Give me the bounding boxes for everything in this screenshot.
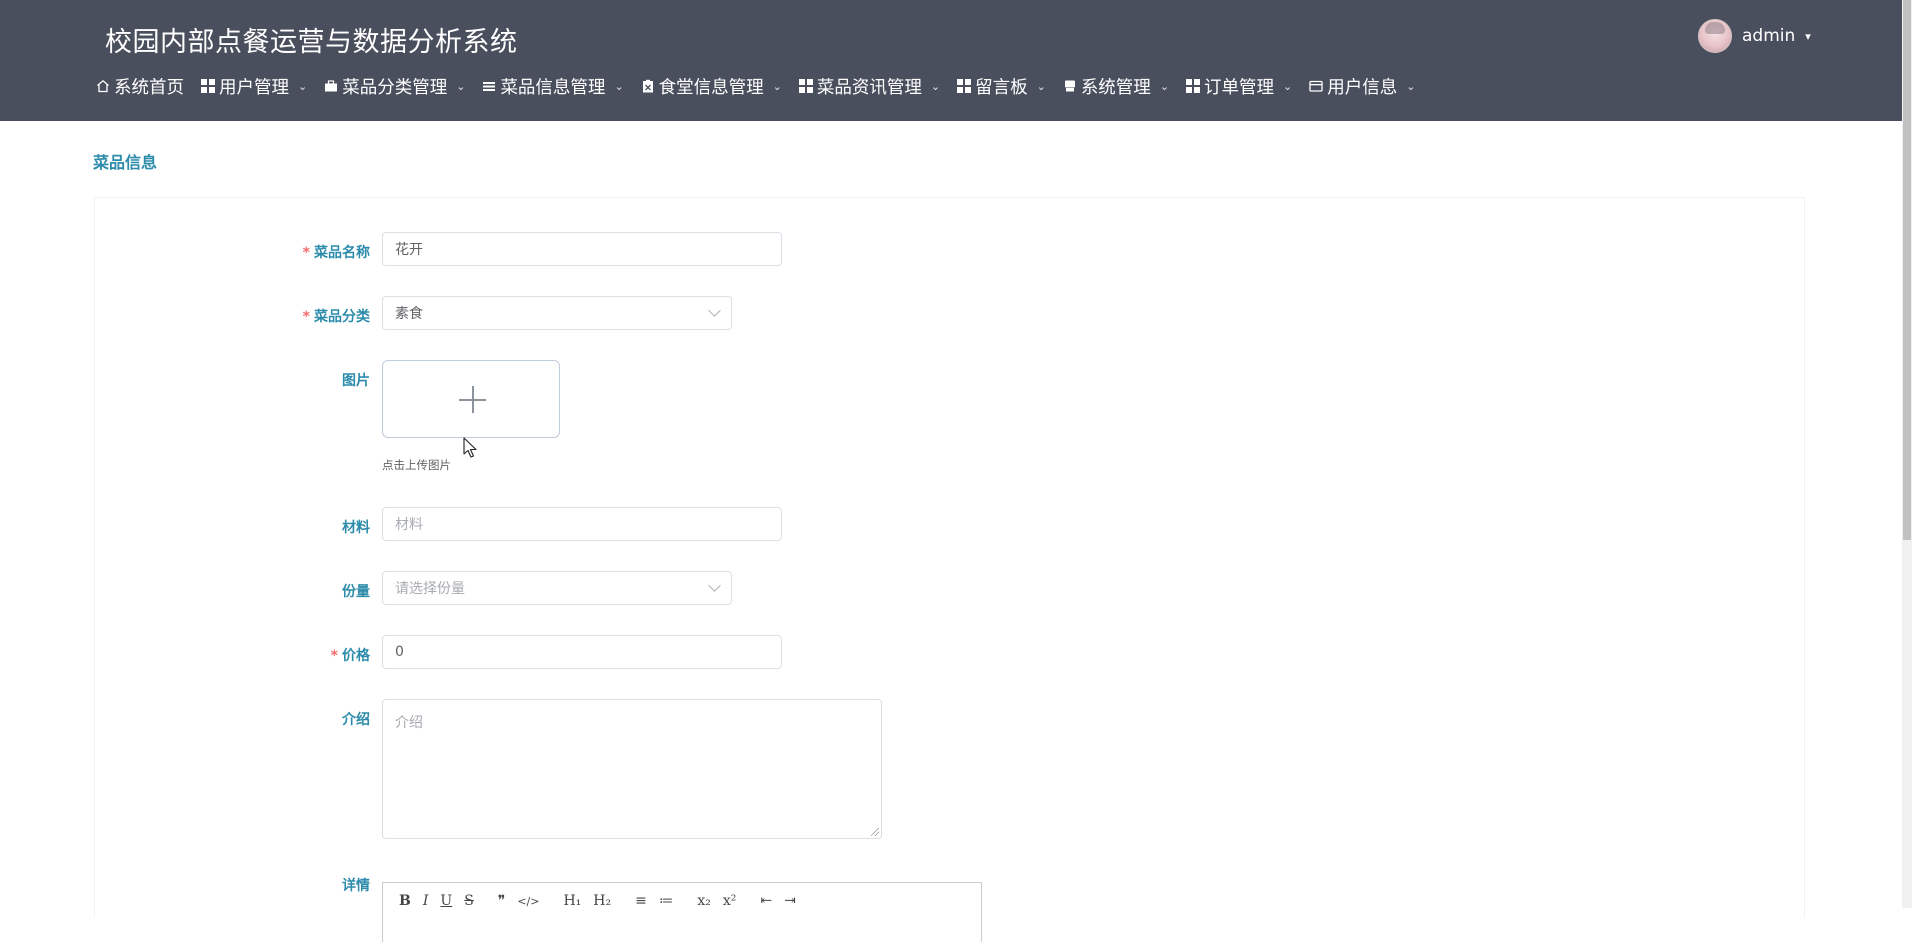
chevron-down-icon: ⌄ <box>456 79 466 93</box>
material-placeholder: 材料 <box>395 517 423 533</box>
price-value: 0 <box>395 644 404 660</box>
portion-label: 份量 <box>342 584 370 600</box>
chevron-down-icon: ⌄ <box>930 79 941 93</box>
image-label: 图片 <box>342 373 370 389</box>
nav-item-orders[interactable]: 订单管理 ⌄ <box>1186 74 1292 99</box>
ordered-list-button[interactable]: ≡ <box>635 893 647 909</box>
nav-item-dish-info[interactable]: 菜品信息管理 ⌄ <box>482 74 624 99</box>
header2-button[interactable]: H₂ <box>593 893 611 909</box>
grid-icon <box>957 79 972 93</box>
chevron-down-icon: ⌄ <box>614 79 624 93</box>
avatar[interactable] <box>1698 19 1732 53</box>
nav-item-dish-category[interactable]: 菜品分类管理 ⌄ <box>324 74 465 99</box>
nav-label: 菜品分类管理 <box>342 77 448 98</box>
portion-select[interactable]: 请选择份量 <box>382 571 732 605</box>
dish-name-label: * 菜品名称 <box>250 242 370 262</box>
required-mark: * <box>302 309 310 325</box>
required-mark: * <box>330 648 338 664</box>
dish-category-value: 素食 <box>395 306 423 322</box>
briefcase-icon <box>324 79 338 93</box>
chevron-down-icon <box>708 304 721 317</box>
chevron-down-icon: ⌄ <box>772 79 782 93</box>
nav-label: 菜品资讯管理 <box>816 77 922 98</box>
superscript-button[interactable]: x² <box>723 893 737 909</box>
intro-placeholder: 介绍 <box>395 715 423 731</box>
dish-category-select[interactable]: 素食 <box>382 296 732 330</box>
main-nav: 系统首页 用户管理 ⌄ 菜品分类管理 ⌄ 菜品信息管理 ⌄ 食堂信息管理 ⌄ 菜… <box>96 72 1432 100</box>
nav-label: 菜品信息管理 <box>500 77 606 98</box>
header1-button[interactable]: H₁ <box>563 893 581 909</box>
nav-item-message-board[interactable]: 留言板 ⌄ <box>957 74 1046 99</box>
top-header: 校园内部点餐运营与数据分析系统 admin ▾ 系统首页 用户管理 ⌄ 菜品分类… <box>0 0 1902 121</box>
grid-icon <box>798 79 813 93</box>
detail-rich-editor[interactable]: B I U S ❞ </> H₁ H₂ ≡ ≔ x₂ x² ⇤ ⇥ <box>382 882 982 942</box>
page-title: 菜品信息 <box>93 153 158 172</box>
label-text: 价格 <box>342 648 370 664</box>
dish-name-value: 花开 <box>395 242 423 258</box>
label-text: 菜品名称 <box>314 245 370 261</box>
nav-label: 系统首页 <box>114 77 184 98</box>
nav-item-canteen[interactable]: 食堂信息管理 ⌄ <box>641 74 782 99</box>
caret-down-icon[interactable]: ▾ <box>1805 30 1811 43</box>
user-menu[interactable]: admin ▾ <box>1698 19 1811 53</box>
nav-label: 订单管理 <box>1204 77 1275 98</box>
intro-textarea[interactable]: 介绍 <box>382 699 882 839</box>
required-mark: * <box>302 245 310 261</box>
editor-toolbar: B I U S ❞ </> H₁ H₂ ≡ ≔ x₂ x² ⇤ ⇥ <box>399 893 808 909</box>
detail-label: 详情 <box>342 878 370 894</box>
scrollbar-thumb[interactable] <box>1903 0 1911 540</box>
nav-item-dish-news[interactable]: 菜品资讯管理 ⌄ <box>798 74 941 99</box>
underline-button[interactable]: U <box>440 893 452 909</box>
card-icon <box>1309 79 1323 93</box>
bold-button[interactable]: B <box>399 893 411 909</box>
blockquote-button[interactable]: ❞ <box>498 893 506 909</box>
material-label: 材料 <box>342 520 370 536</box>
nav-label: 用户信息 <box>1327 77 1398 98</box>
app-title: 校园内部点餐运营与数据分析系统 <box>105 27 518 58</box>
chevron-down-icon: ⌄ <box>1283 79 1293 93</box>
list-icon <box>482 79 496 93</box>
nav-item-user-info[interactable]: 用户信息 ⌄ <box>1309 74 1415 99</box>
dish-category-label: * 菜品分类 <box>250 306 370 326</box>
clipboard-icon <box>641 79 655 93</box>
printer-icon <box>1063 79 1077 93</box>
italic-button[interactable]: I <box>423 893 429 909</box>
plus-icon-vertical <box>472 386 474 413</box>
chevron-down-icon: ⌄ <box>1036 79 1046 93</box>
nav-item-system[interactable]: 系统管理 ⌄ <box>1063 74 1169 99</box>
username[interactable]: admin <box>1742 26 1795 46</box>
label-text: 菜品分类 <box>314 309 370 325</box>
mouse-pointer-icon <box>463 437 477 458</box>
nav-label: 留言板 <box>975 77 1028 98</box>
nav-item-users[interactable]: 用户管理 ⌄ <box>201 74 307 99</box>
price-input[interactable]: 0 <box>382 635 782 669</box>
dish-form-card: * 菜品名称 花开 * 菜品分类 素食 图片 点击上传图片 材料 材料 份量 请选择… <box>94 197 1805 942</box>
nav-label: 用户管理 <box>219 77 289 98</box>
nav-label: 系统管理 <box>1080 77 1151 98</box>
nav-item-home[interactable]: 系统首页 <box>96 74 184 99</box>
nav-label: 食堂信息管理 <box>658 77 764 98</box>
home-icon <box>96 79 110 93</box>
image-upload-button[interactable] <box>382 360 560 438</box>
strike-button[interactable]: S <box>464 893 474 909</box>
indent-button[interactable]: ⇥ <box>784 893 796 909</box>
chevron-down-icon: ⌄ <box>1406 79 1416 93</box>
dish-name-input[interactable]: 花开 <box>382 232 782 266</box>
upload-tip: 点击上传图片 <box>382 458 451 472</box>
price-label: * 价格 <box>250 645 370 665</box>
material-input[interactable]: 材料 <box>382 507 782 541</box>
subscript-button[interactable]: x₂ <box>697 893 711 909</box>
grid-icon <box>201 79 215 93</box>
bullet-list-button[interactable]: ≔ <box>659 893 673 909</box>
page-scrollbar[interactable] <box>1902 0 1912 908</box>
chevron-down-icon: ⌄ <box>298 79 308 93</box>
outdent-button[interactable]: ⇤ <box>760 893 772 909</box>
resize-handle-icon[interactable] <box>871 828 879 836</box>
intro-label: 介绍 <box>342 712 370 728</box>
chevron-down-icon <box>708 579 721 592</box>
code-block-button[interactable]: </> <box>517 895 539 908</box>
grid-icon <box>1186 79 1201 93</box>
chevron-down-icon: ⌄ <box>1159 79 1170 93</box>
portion-placeholder: 请选择份量 <box>395 581 465 597</box>
